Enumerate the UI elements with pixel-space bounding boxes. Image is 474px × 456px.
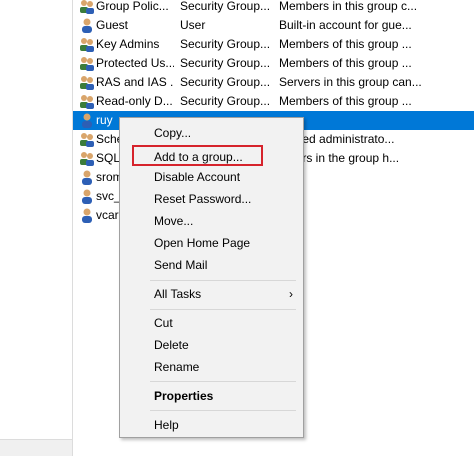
list-item[interactable]: RAS and IAS ... Security Group... Server… [73,73,474,92]
menu-item-label: Disable Account [154,170,241,184]
list-item[interactable]: Group Polic... Security Group... Members… [73,0,474,16]
item-type: Security Group... [180,94,271,108]
item-name: Guest [96,18,129,32]
menu-separator [150,381,296,382]
group-icon [79,37,95,52]
group-icon [79,151,95,166]
list-item[interactable]: Guest User Built-in account for gue... [73,16,474,35]
chevron-right-icon: › [289,287,293,301]
item-type: Security Group... [180,0,271,13]
menu-item-label: Rename [154,360,200,374]
item-description: Members of this group ... [279,37,412,51]
item-type: Security Group... [180,56,271,70]
menu-item-disable-account[interactable]: Disable Account [120,166,303,188]
item-description: Members of this group ... [279,56,412,70]
item-description: mbers in the group h... [279,151,400,165]
item-description: Built-in account for gue... [279,18,412,32]
item-description: gnated administrato... [279,132,395,146]
menu-item-move[interactable]: Move... [120,210,303,232]
menu-separator [150,280,296,281]
menu-item-label: All Tasks [154,287,202,301]
menu-item-label: Help [154,418,179,432]
menu-item-cut[interactable]: Cut [120,312,303,334]
group-icon [79,75,95,90]
menu-item-label: Reset Password... [154,192,252,206]
user-icon [79,170,95,185]
menu-item-label: Properties [154,389,214,403]
item-description: Members in this group c... [279,0,418,13]
user-icon [79,18,95,33]
item-name: Group Polic... [96,0,169,13]
group-icon [79,94,95,109]
item-name: RAS and IAS ... [96,75,174,89]
item-type: Security Group... [180,37,271,51]
user-icon [79,208,95,223]
user-icon [79,113,95,128]
item-type: User [180,18,206,32]
list-item[interactable]: Key Admins Security Group... Members of … [73,35,474,54]
menu-item-help[interactable]: Help [120,414,303,436]
list-item[interactable]: Read-only D... Security Group... Members… [73,92,474,111]
user-icon [79,189,95,204]
menu-item-copy[interactable]: Copy... [120,122,303,144]
menu-item-open-home-page[interactable]: Open Home Page [120,232,303,254]
menu-item-label: Send Mail [154,258,208,272]
menu-item-label: Move... [154,214,194,228]
item-name: Key Admins [96,37,160,51]
menu-item-label: Copy... [154,126,192,140]
horizontal-scrollbar[interactable] [0,439,72,456]
group-icon [79,132,95,147]
item-name: Protected Us... [96,56,174,70]
item-description: Servers in this group can... [279,75,422,89]
menu-item-rename[interactable]: Rename [120,356,303,378]
highlight-box [132,145,263,166]
item-name: Read-only D... [96,94,173,108]
menu-item-label: Open Home Page [154,236,251,250]
menu-item-send-mail[interactable]: Send Mail [120,254,303,276]
menu-item-label: Cut [154,316,173,330]
menu-item-label: Delete [154,338,189,352]
menu-item-properties[interactable]: Properties [120,385,303,407]
list-item[interactable]: Protected Us... Security Group... Member… [73,54,474,73]
menu-item-delete[interactable]: Delete [120,334,303,356]
group-icon [79,0,95,14]
menu-item-all-tasks[interactable]: All Tasks › [120,283,303,305]
group-icon [79,56,95,71]
item-description: Members of this group ... [279,94,412,108]
menu-separator [150,410,296,411]
menu-separator [150,309,296,310]
tree-pane [0,0,73,456]
item-type: Security Group... [180,75,271,89]
menu-item-reset-password[interactable]: Reset Password... [120,188,303,210]
